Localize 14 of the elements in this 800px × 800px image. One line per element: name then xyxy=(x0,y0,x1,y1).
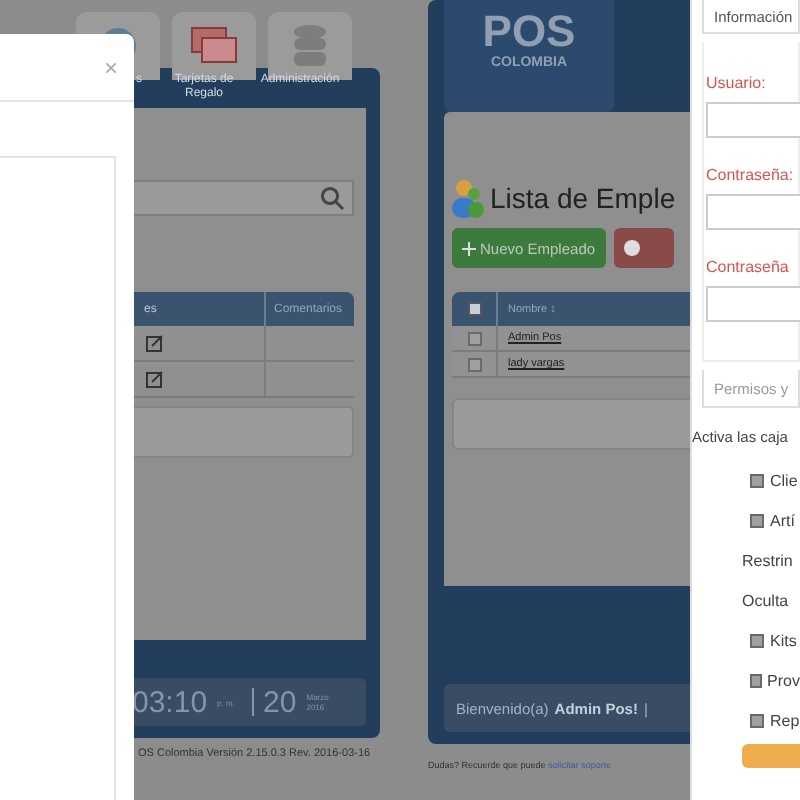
section-label: Restrin xyxy=(742,551,793,569)
field-label: Contraseña: xyxy=(706,166,796,184)
permission-label: Clie xyxy=(770,471,798,489)
field-label: Usuario: xyxy=(706,74,768,92)
permission-label: Kits xyxy=(770,631,797,649)
permission-label: Rep xyxy=(770,711,800,729)
logo-title: POS xyxy=(482,8,576,56)
clock-time: 03:10 xyxy=(132,685,208,719)
section-label: Oculta xyxy=(742,591,789,609)
clock-day: 20 xyxy=(263,685,297,719)
page-title: Lista de Emple xyxy=(490,182,676,214)
field-label: Contraseña xyxy=(706,258,791,276)
permission-label: Prov xyxy=(767,671,800,689)
permission-label: Artí xyxy=(770,511,795,529)
